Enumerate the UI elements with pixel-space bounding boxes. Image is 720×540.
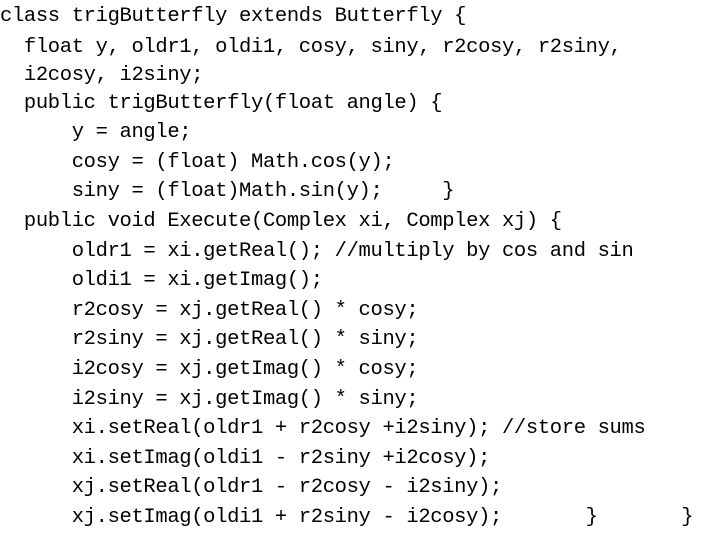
code-listing: class trigButterfly extends Butterfly { …	[0, 0, 720, 533]
code-slide: class trigButterfly extends Butterfly { …	[0, 0, 720, 540]
code-line: float y, oldr1, oldi1, cosy, siny, r2cos…	[0, 36, 622, 59]
code-line: siny = (float)Math.sin(y); }	[0, 180, 455, 204]
code-line: xj.setImag(oldi1 + r2siny - i2cosy); } }	[0, 505, 694, 529]
code-line: xi.setImag(oldi1 - r2siny +i2cosy);	[0, 446, 491, 470]
code-line: i2siny = xj.getImag() * siny;	[0, 387, 419, 411]
code-line: r2siny = xj.getReal() * siny;	[0, 328, 419, 352]
code-line: cosy = (float) Math.cos(y);	[0, 150, 395, 174]
code-line: i2cosy = xj.getImag() * cosy;	[0, 357, 419, 381]
code-line: public void Execute(Complex xi, Complex …	[0, 209, 562, 233]
code-line: xi.setReal(oldr1 + r2cosy +i2siny); //st…	[0, 417, 646, 441]
code-line: oldr1 = xi.getReal(); //multiply by cos …	[0, 239, 634, 263]
code-line: r2cosy = xj.getReal() * cosy;	[0, 298, 419, 322]
code-line: public trigButterfly(float angle) {	[0, 91, 443, 115]
code-line: y = angle;	[0, 121, 192, 145]
code-line: i2cosy, i2siny;	[0, 63, 204, 87]
code-line: oldi1 = xi.getImag();	[0, 269, 323, 293]
code-line: xj.setReal(oldr1 - r2cosy - i2siny);	[0, 476, 503, 500]
code-line: class trigButterfly extends Butterfly {	[0, 5, 467, 28]
